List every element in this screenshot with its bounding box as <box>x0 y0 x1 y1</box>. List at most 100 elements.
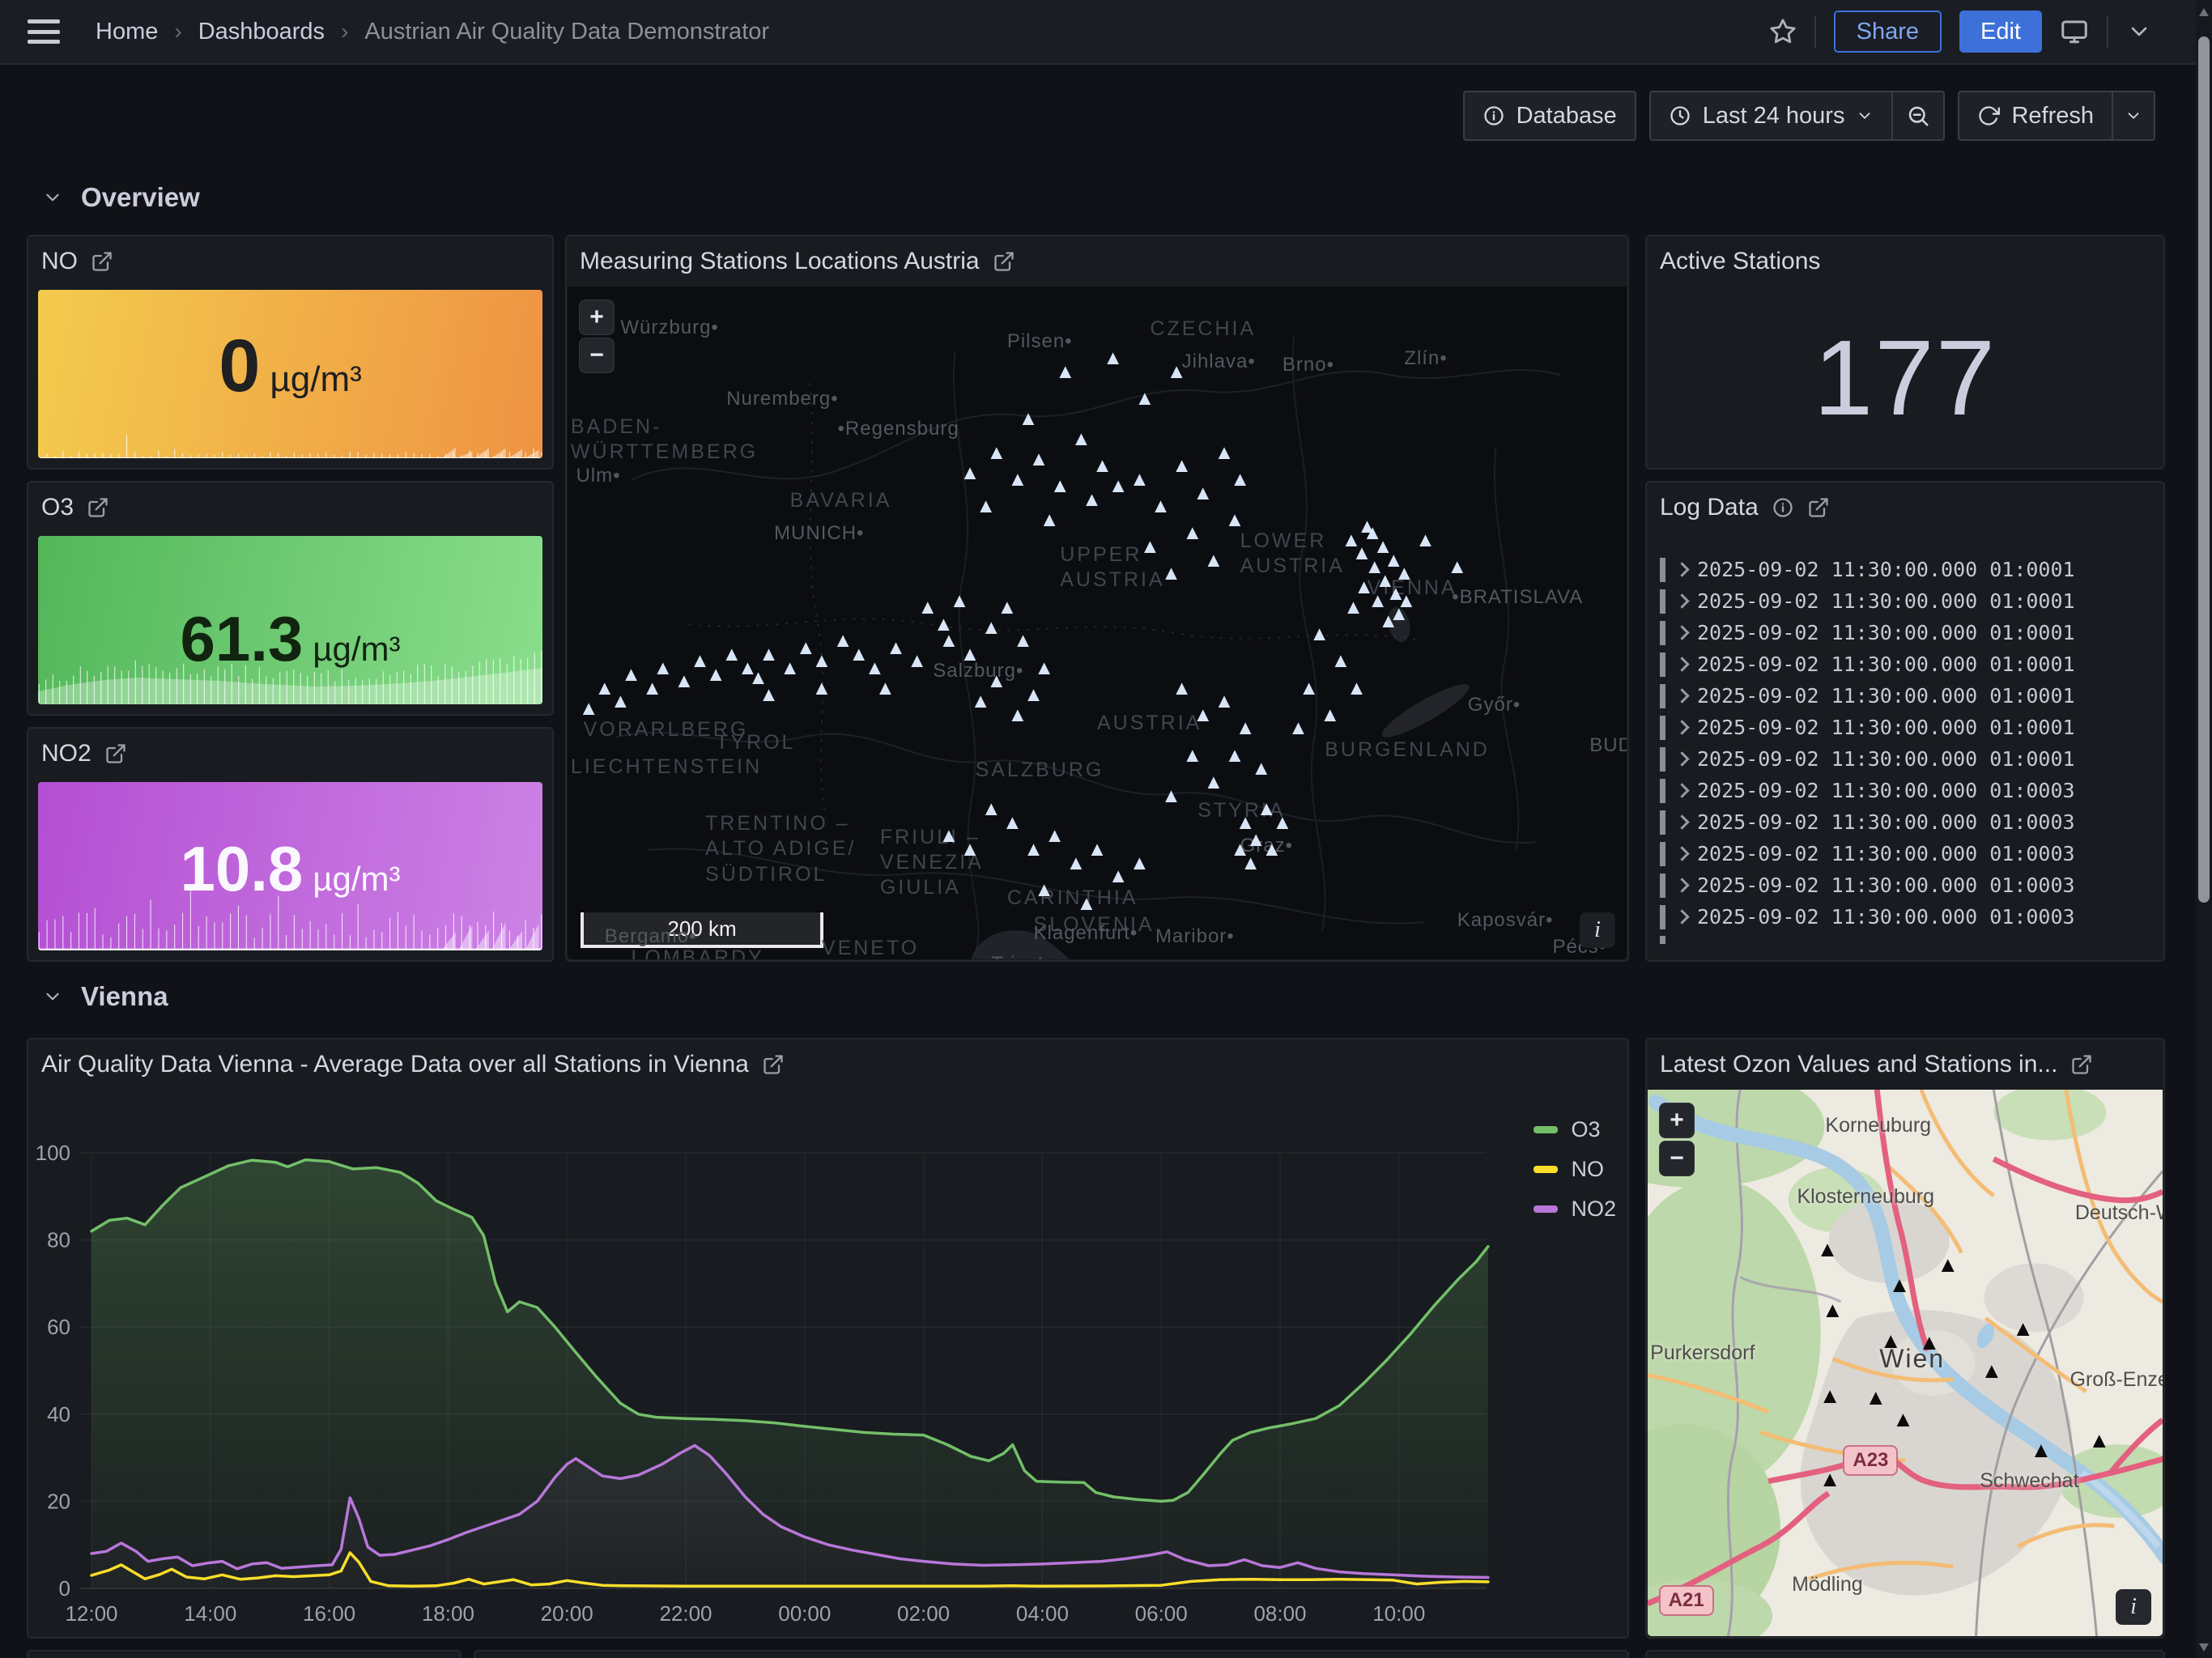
menu-icon[interactable] <box>28 19 60 44</box>
station-marker[interactable]: ▲ <box>812 651 832 671</box>
external-link-icon[interactable] <box>762 1053 785 1076</box>
station-marker[interactable]: ▲ <box>2012 1317 2034 1339</box>
station-marker[interactable]: ▲ <box>971 691 991 712</box>
station-marker[interactable]: ▲ <box>2088 1430 2110 1452</box>
station-marker[interactable]: ▲ <box>1151 496 1171 517</box>
station-marker[interactable]: ▲ <box>1008 470 1028 490</box>
breadcrumb-home[interactable]: Home <box>96 19 158 45</box>
station-marker[interactable]: ▲ <box>1889 1274 1911 1296</box>
legend-item-NO2[interactable]: NO2 <box>1534 1197 1616 1222</box>
station-marker[interactable]: ▲ <box>1378 611 1398 631</box>
station-marker[interactable]: ▲ <box>1182 746 1202 766</box>
station-marker[interactable]: ▲ <box>1288 718 1308 738</box>
star-icon[interactable] <box>1769 18 1797 45</box>
station-marker[interactable]: ▲ <box>1230 470 1250 490</box>
station-marker[interactable]: ▲ <box>1029 449 1049 470</box>
station-marker[interactable]: ▲ <box>1309 624 1329 644</box>
station-marker[interactable]: ▲ <box>1108 866 1129 886</box>
station-marker[interactable]: ▲ <box>579 699 599 719</box>
station-marker[interactable]: ▲ <box>706 665 726 685</box>
station-marker[interactable]: ▲ <box>1050 476 1070 496</box>
station-marker[interactable]: ▲ <box>1002 813 1023 833</box>
log-expand-chevron-icon[interactable] <box>1674 783 1689 797</box>
edit-button[interactable]: Edit <box>1959 11 2042 53</box>
scrollbar-up-arrow[interactable] <box>2199 8 2209 16</box>
station-marker[interactable]: ▲ <box>865 658 885 678</box>
station-marker[interactable]: ▲ <box>1397 591 1417 611</box>
map-attribution-button[interactable]: i <box>2116 1589 2151 1625</box>
log-row[interactable]: 2025-09-02 11:30:00.000 01:0001 <box>1660 554 2154 585</box>
log-expand-chevron-icon[interactable] <box>1674 814 1689 829</box>
station-marker[interactable]: ▲ <box>1346 678 1367 699</box>
zoom-in-button[interactable]: + <box>1659 1103 1695 1138</box>
station-marker[interactable]: ▲ <box>1819 1469 1841 1490</box>
station-marker[interactable]: ▲ <box>939 826 959 846</box>
kiosk-monitor-icon[interactable] <box>2060 17 2089 46</box>
station-marker[interactable]: ▲ <box>1299 678 1319 699</box>
log-row[interactable]: 2025-09-02 11:30:00.000 01:0001 <box>1660 585 2154 617</box>
station-marker[interactable]: ▲ <box>1140 537 1160 557</box>
station-marker[interactable]: ▲ <box>1134 389 1155 409</box>
scrollbar-thumb[interactable] <box>2198 36 2210 903</box>
station-marker[interactable]: ▲ <box>1817 1239 1839 1261</box>
station-marker[interactable]: ▲ <box>1008 705 1028 725</box>
log-row[interactable]: 2025-09-02 11:30:00.000 01:0003 <box>1660 806 2154 838</box>
station-marker[interactable]: ▲ <box>1204 772 1224 793</box>
legend-item-NO[interactable]: NO <box>1534 1157 1616 1182</box>
log-expand-chevron-icon[interactable] <box>1674 593 1689 608</box>
station-marker[interactable]: ▲ <box>907 651 927 671</box>
external-link-icon[interactable] <box>91 250 113 273</box>
station-marker[interactable]: ▲ <box>1129 853 1150 874</box>
share-button[interactable]: Share <box>1834 11 1942 53</box>
station-marker[interactable]: ▲ <box>1225 510 1245 530</box>
external-link-icon[interactable] <box>104 742 127 765</box>
station-marker[interactable]: ▲ <box>875 678 895 699</box>
section-overview[interactable]: Overview <box>42 182 200 213</box>
station-marker[interactable]: ▲ <box>1161 786 1181 806</box>
station-marker[interactable]: ▲ <box>1357 517 1377 537</box>
zoom-out-button[interactable]: − <box>579 338 615 373</box>
log-expand-chevron-icon[interactable] <box>1674 846 1689 861</box>
station-marker[interactable]: ▲ <box>1273 813 1293 833</box>
station-marker[interactable]: ▲ <box>1040 510 1060 530</box>
station-marker[interactable]: ▲ <box>886 638 906 658</box>
log-row[interactable]: 2025-09-02 11:30:00.000 01:0001 <box>1660 680 2154 712</box>
log-expand-chevron-icon[interactable] <box>1674 657 1689 671</box>
external-link-icon[interactable] <box>1807 496 1830 519</box>
station-marker[interactable]: ▲ <box>1087 840 1108 860</box>
vienna-map-canvas[interactable]: + − i KorneuburgKlosterneuburgDeutsch-Wa… <box>1648 1090 2163 1636</box>
station-marker[interactable]: ▲ <box>2031 1439 2052 1461</box>
station-marker[interactable]: ▲ <box>642 678 662 699</box>
nav-chevron-down-icon[interactable] <box>2126 19 2152 45</box>
station-marker[interactable]: ▲ <box>1055 362 1075 382</box>
station-marker[interactable]: ▲ <box>939 631 959 651</box>
station-marker[interactable]: ▲ <box>1023 685 1044 705</box>
station-marker[interactable]: ▲ <box>1880 1329 1902 1351</box>
station-marker[interactable]: ▲ <box>1214 443 1235 463</box>
external-link-icon[interactable] <box>2070 1053 2093 1076</box>
log-row[interactable]: 2025-09-02 11:30:00.000 01:0001 <box>1660 617 2154 648</box>
station-marker[interactable]: ▲ <box>1161 563 1181 584</box>
station-marker[interactable]: ▲ <box>759 644 779 665</box>
station-marker[interactable]: ▲ <box>653 658 673 678</box>
station-marker[interactable]: ▲ <box>1013 631 1033 651</box>
station-marker[interactable]: ▲ <box>1204 551 1224 571</box>
log-row[interactable]: 2025-09-02 11:30:00.000 01:0003 <box>1660 901 2154 933</box>
station-marker[interactable]: ▲ <box>1214 691 1235 712</box>
log-row[interactable]: 2025-09-02 11:30:00.000 01:0003 <box>1660 869 2154 901</box>
station-marker[interactable]: ▲ <box>1077 894 1097 914</box>
log-row[interactable]: 2025-09-02 11:30:00.000 01:0001 <box>1660 648 2154 680</box>
station-marker[interactable]: ▲ <box>1225 746 1245 766</box>
station-marker[interactable]: ▲ <box>1034 658 1054 678</box>
station-marker[interactable]: ▲ <box>976 496 996 517</box>
station-marker[interactable]: ▲ <box>1447 557 1467 577</box>
log-expand-chevron-icon[interactable] <box>1674 625 1689 640</box>
log-expand-chevron-icon[interactable] <box>1674 688 1689 703</box>
database-variable-button[interactable]: Database <box>1463 91 1636 141</box>
station-marker[interactable]: ▲ <box>812 678 832 699</box>
station-marker[interactable]: ▲ <box>1023 840 1044 860</box>
station-marker[interactable]: ▲ <box>1819 1384 1841 1406</box>
station-marker[interactable]: ▲ <box>1019 409 1039 429</box>
station-marker[interactable]: ▲ <box>1980 1360 2002 1382</box>
station-marker[interactable]: ▲ <box>621 665 641 685</box>
